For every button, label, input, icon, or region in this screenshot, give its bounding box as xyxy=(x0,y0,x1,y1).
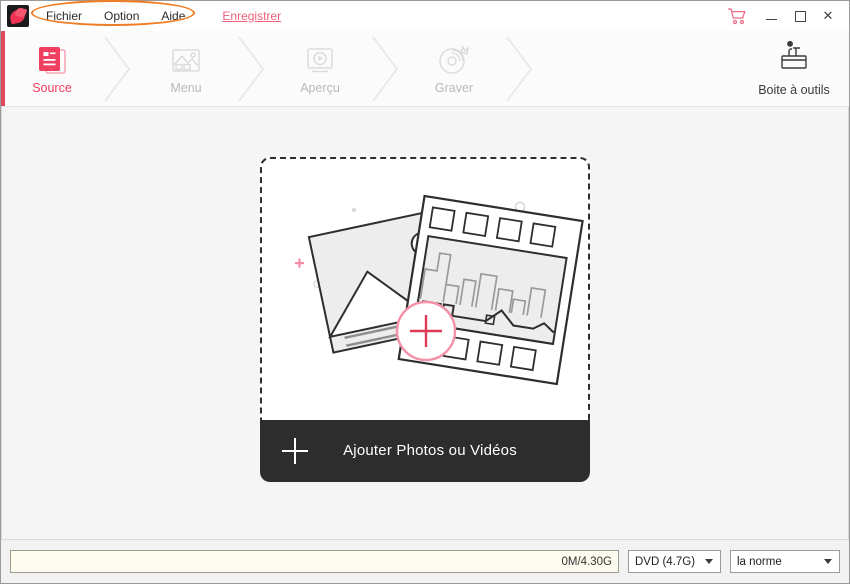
disc-type-select[interactable]: DVD (4.7G) xyxy=(628,550,721,573)
menu-bar: Fichier Option Aide xyxy=(31,0,196,26)
add-media-button[interactable]: Ajouter Photos ou Vidéos xyxy=(260,419,590,482)
step-source[interactable]: Source xyxy=(7,31,97,106)
wizard-steps: Source Menu Aperçu Graver xyxy=(1,31,543,106)
toolbox-button[interactable]: Boite à outils xyxy=(745,31,849,106)
toolbox-label: Boite à outils xyxy=(758,82,830,97)
minimize-button[interactable] xyxy=(759,5,785,27)
close-button[interactable]: ✕ xyxy=(815,5,841,27)
wizard-toolbar: Source Menu Aperçu Graver Boite à outils xyxy=(1,31,849,107)
add-media-card: Ajouter Photos ou Vidéos xyxy=(260,156,590,482)
image-thumbnails-icon xyxy=(169,43,203,77)
disc-capacity-text: 0M/4.30G xyxy=(561,555,613,568)
menu-item-option[interactable]: Option xyxy=(93,6,150,26)
step-source-label: Source xyxy=(32,80,72,95)
toolbox-icon xyxy=(777,40,811,78)
chevron-down-icon xyxy=(705,559,713,564)
step-separator-2 xyxy=(231,31,275,106)
window-controls: ✕ xyxy=(727,5,849,27)
application-window: Fichier Option Aide Enregistrer ✕ Source… xyxy=(0,0,850,584)
maximize-icon xyxy=(794,10,806,22)
drop-zone[interactable] xyxy=(260,156,590,420)
photo-and-filmstrip-illustration xyxy=(262,159,588,420)
app-logo-icon xyxy=(7,5,29,27)
shopping-cart-icon[interactable] xyxy=(727,7,749,25)
monitor-play-icon xyxy=(303,43,337,77)
chevron-down-icon xyxy=(824,559,832,564)
disc-type-value: DVD (4.7G) xyxy=(635,555,696,568)
maximize-button[interactable] xyxy=(787,5,813,27)
status-bar: 0M/4.30G DVD (4.7G) la norme xyxy=(1,539,849,583)
step-menu-label: Menu xyxy=(170,80,202,95)
disc-burn-icon xyxy=(436,43,472,77)
plus-icon xyxy=(282,437,310,465)
quality-select[interactable]: la norme xyxy=(730,550,840,573)
quality-value: la norme xyxy=(737,555,782,568)
step-apercu[interactable]: Aperçu xyxy=(275,31,365,106)
add-media-label: Ajouter Photos ou Vidéos xyxy=(343,442,517,459)
documents-icon xyxy=(35,43,69,77)
main-content: Ajouter Photos ou Vidéos xyxy=(1,107,849,539)
title-bar: Fichier Option Aide Enregistrer ✕ xyxy=(1,0,849,31)
step-separator-3 xyxy=(365,31,409,106)
menu-item-aide[interactable]: Aide xyxy=(150,6,196,26)
step-menu[interactable]: Menu xyxy=(141,31,231,106)
step-graver[interactable]: Graver xyxy=(409,31,499,106)
step-graver-label: Graver xyxy=(434,80,474,95)
step-apercu-label: Aperçu xyxy=(300,80,340,95)
plus-circle-icon xyxy=(395,300,457,361)
step-separator-1 xyxy=(97,31,141,106)
menu-item-fichier[interactable]: Fichier xyxy=(35,6,93,26)
save-link[interactable]: Enregistrer xyxy=(222,9,281,23)
step-separator-4 xyxy=(499,31,543,106)
disc-capacity-bar: 0M/4.30G xyxy=(10,550,619,573)
